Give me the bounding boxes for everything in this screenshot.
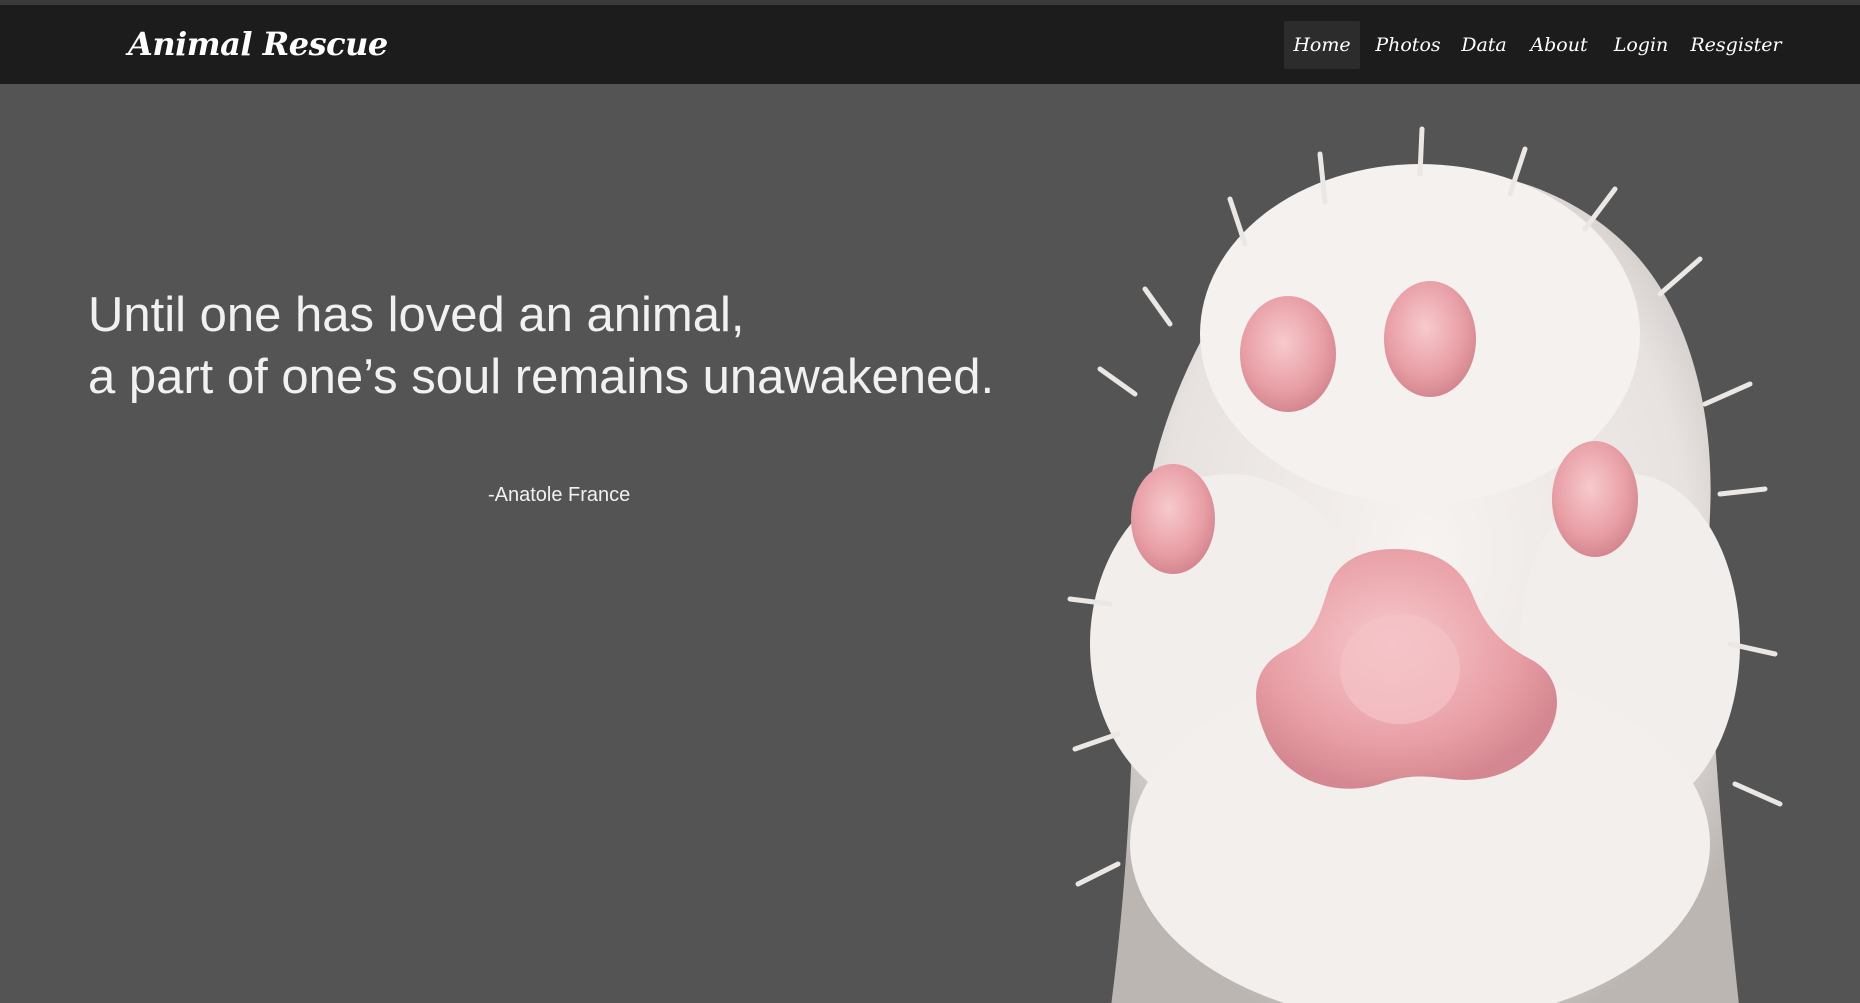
nav-link-data[interactable]: Data [1448, 21, 1520, 69]
nav-link-about[interactable]: About [1520, 21, 1598, 69]
cat-paw-image [1067, 126, 1783, 1003]
nav-link-home[interactable]: Home [1284, 20, 1360, 69]
nav-link-photos[interactable]: Photos [1368, 21, 1448, 69]
quote-line-1: Until one has loved an animal, [88, 288, 745, 342]
top-navbar: Animal Rescue Home Photos Data About Log… [0, 5, 1860, 84]
hero-quote: Until one has loved an animal, a part of… [88, 284, 994, 408]
nav-menu: Home Photos Data About Login Resgister [1284, 5, 1860, 84]
brand-logo[interactable]: Animal Rescue [128, 25, 388, 63]
nav-link-login[interactable]: Login [1598, 21, 1684, 69]
quote-line-2: a part of one’s soul remains unawakened. [88, 350, 995, 404]
nav-link-register[interactable]: Resgister [1684, 21, 1788, 69]
quote-author: -Anatole France [488, 484, 631, 506]
